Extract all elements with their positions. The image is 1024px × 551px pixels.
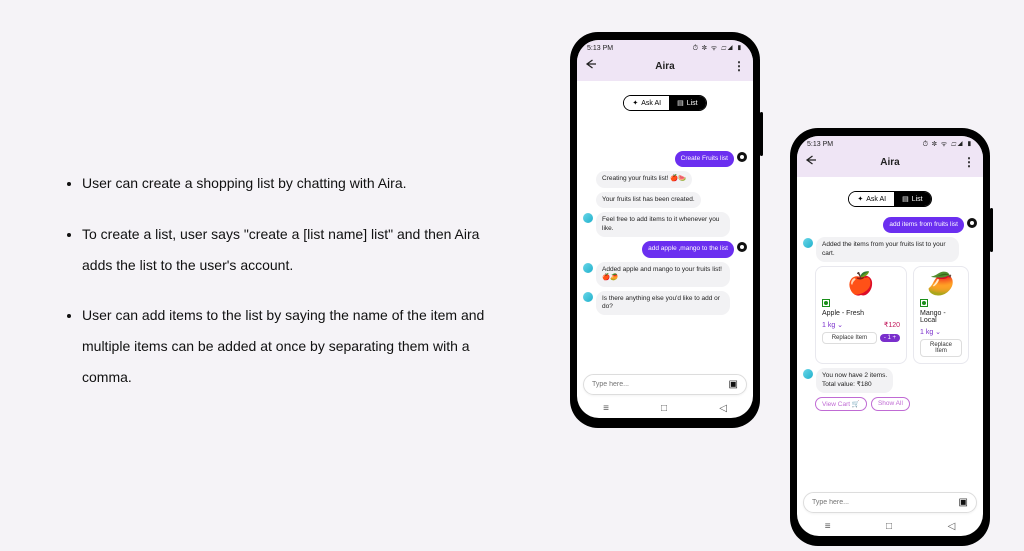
- product-name: Apple - Fresh: [822, 310, 900, 317]
- bullet-item: To create a list, user says "create a [l…: [82, 219, 496, 281]
- status-bar: 5:13 PM ⏱ ✽ ᯤ ▱◢ ▮: [797, 136, 983, 151]
- ai-message: Your fruits list has been created.: [596, 192, 701, 208]
- feature-bullets: User can create a shopping list by chatt…: [64, 168, 496, 413]
- status-time: 5:13 PM: [587, 45, 613, 52]
- android-nav: ≡ □ ◁: [577, 399, 753, 418]
- more-icon[interactable]: ⋮: [733, 60, 745, 72]
- ai-message: Added the items from your fruits list to…: [816, 237, 959, 262]
- product-price: ₹120: [884, 321, 900, 329]
- show-all-button[interactable]: Show All: [871, 397, 910, 411]
- product-image: 🥭: [920, 273, 962, 295]
- user-message: Create Fruits list: [675, 151, 734, 167]
- user-avatar: [737, 152, 747, 162]
- status-bar: 5:13 PM ⏱ ✽ ᯤ ▱◢ ▮: [577, 40, 753, 55]
- mode-list: ▤List: [669, 96, 706, 110]
- product-name: Mango - Local: [920, 310, 962, 324]
- back-nav-icon[interactable]: ◁: [719, 403, 727, 414]
- android-nav: ≡ □ ◁: [797, 517, 983, 536]
- mode-toggle[interactable]: ✦Ask AI ▤List: [623, 95, 706, 111]
- home-icon[interactable]: □: [886, 521, 892, 532]
- back-nav-icon[interactable]: ◁: [948, 521, 956, 532]
- product-card: 🥭 Mango - Local 1 kg ⌄ Replace Item: [913, 266, 969, 364]
- weight-select[interactable]: 1 kg ⌄: [822, 321, 843, 329]
- phone-mockup-add-items: 5:13 PM ⏱ ✽ ᯤ ▱◢ ▮ Aira ⋮ ✦Ask AI ▤List: [790, 128, 990, 546]
- recent-icon[interactable]: ≡: [825, 521, 831, 532]
- page-title: Aira: [597, 61, 733, 72]
- view-cart-button[interactable]: View Cart 🛒: [815, 397, 867, 411]
- status-time: 5:13 PM: [807, 141, 833, 148]
- home-icon[interactable]: □: [661, 403, 667, 414]
- veg-icon: [822, 299, 830, 307]
- product-card: 🍎 Apple - Fresh 1 kg ⌄ ₹120 Replace Item…: [815, 266, 907, 364]
- bullet-item: User can add items to the list by saying…: [82, 300, 496, 392]
- replace-item-button[interactable]: Replace Item: [822, 332, 877, 344]
- ai-avatar: [803, 238, 813, 248]
- ai-avatar: [583, 213, 593, 223]
- camera-icon[interactable]: ▣: [729, 379, 738, 390]
- veg-icon: [920, 299, 928, 307]
- product-image: 🍎: [822, 273, 900, 295]
- bullet-item: User can create a shopping list by chatt…: [82, 168, 496, 199]
- ai-avatar: [583, 292, 593, 302]
- ai-message: Added apple and mango to your fruits lis…: [596, 262, 730, 287]
- quantity-stepper[interactable]: - 1 +: [880, 334, 900, 342]
- weight-select[interactable]: 1 kg ⌄: [920, 328, 941, 336]
- phone-mockup-create-list: 5:13 PM ⏱ ✽ ᯤ ▱◢ ▮ Aira ⋮ ✦Ask AI ▤List: [570, 32, 760, 428]
- back-icon[interactable]: [585, 57, 597, 75]
- chat-text-field[interactable]: [812, 499, 959, 506]
- ai-message: Creating your fruits list! 🍎🍉: [596, 171, 692, 187]
- status-icons: ⏱ ✽ ᯤ ▱◢ ▮: [693, 44, 743, 53]
- chat-input[interactable]: ▣: [803, 492, 977, 513]
- ai-avatar: [583, 263, 593, 273]
- mode-ask: ✦Ask AI: [849, 192, 894, 206]
- more-icon[interactable]: ⋮: [963, 156, 975, 168]
- status-icons: ⏱ ✽ ᯤ ▱◢ ▮: [923, 140, 973, 149]
- chat-text-field[interactable]: [592, 381, 729, 388]
- mode-ask: ✦Ask AI: [624, 96, 669, 110]
- replace-item-button[interactable]: Replace Item: [920, 339, 962, 357]
- ai-message: Feel free to add items to it whenever yo…: [596, 212, 730, 237]
- chat-input[interactable]: ▣: [583, 374, 747, 395]
- back-icon[interactable]: [805, 153, 817, 171]
- user-avatar: [967, 218, 977, 228]
- page-title: Aira: [817, 157, 963, 168]
- mode-toggle[interactable]: ✦Ask AI ▤List: [848, 191, 931, 207]
- user-message: add items from fruits list: [883, 217, 964, 233]
- ai-message: You now have 2 items. Total value: ₹180: [816, 368, 893, 393]
- camera-icon[interactable]: ▣: [959, 497, 968, 508]
- user-avatar: [737, 242, 747, 252]
- user-message: add apple ,mango to the list: [642, 241, 734, 257]
- ai-message: Is there anything else you'd like to add…: [596, 291, 730, 316]
- mode-list: ▤List: [894, 192, 931, 206]
- ai-avatar: [803, 369, 813, 379]
- recent-icon[interactable]: ≡: [603, 403, 609, 414]
